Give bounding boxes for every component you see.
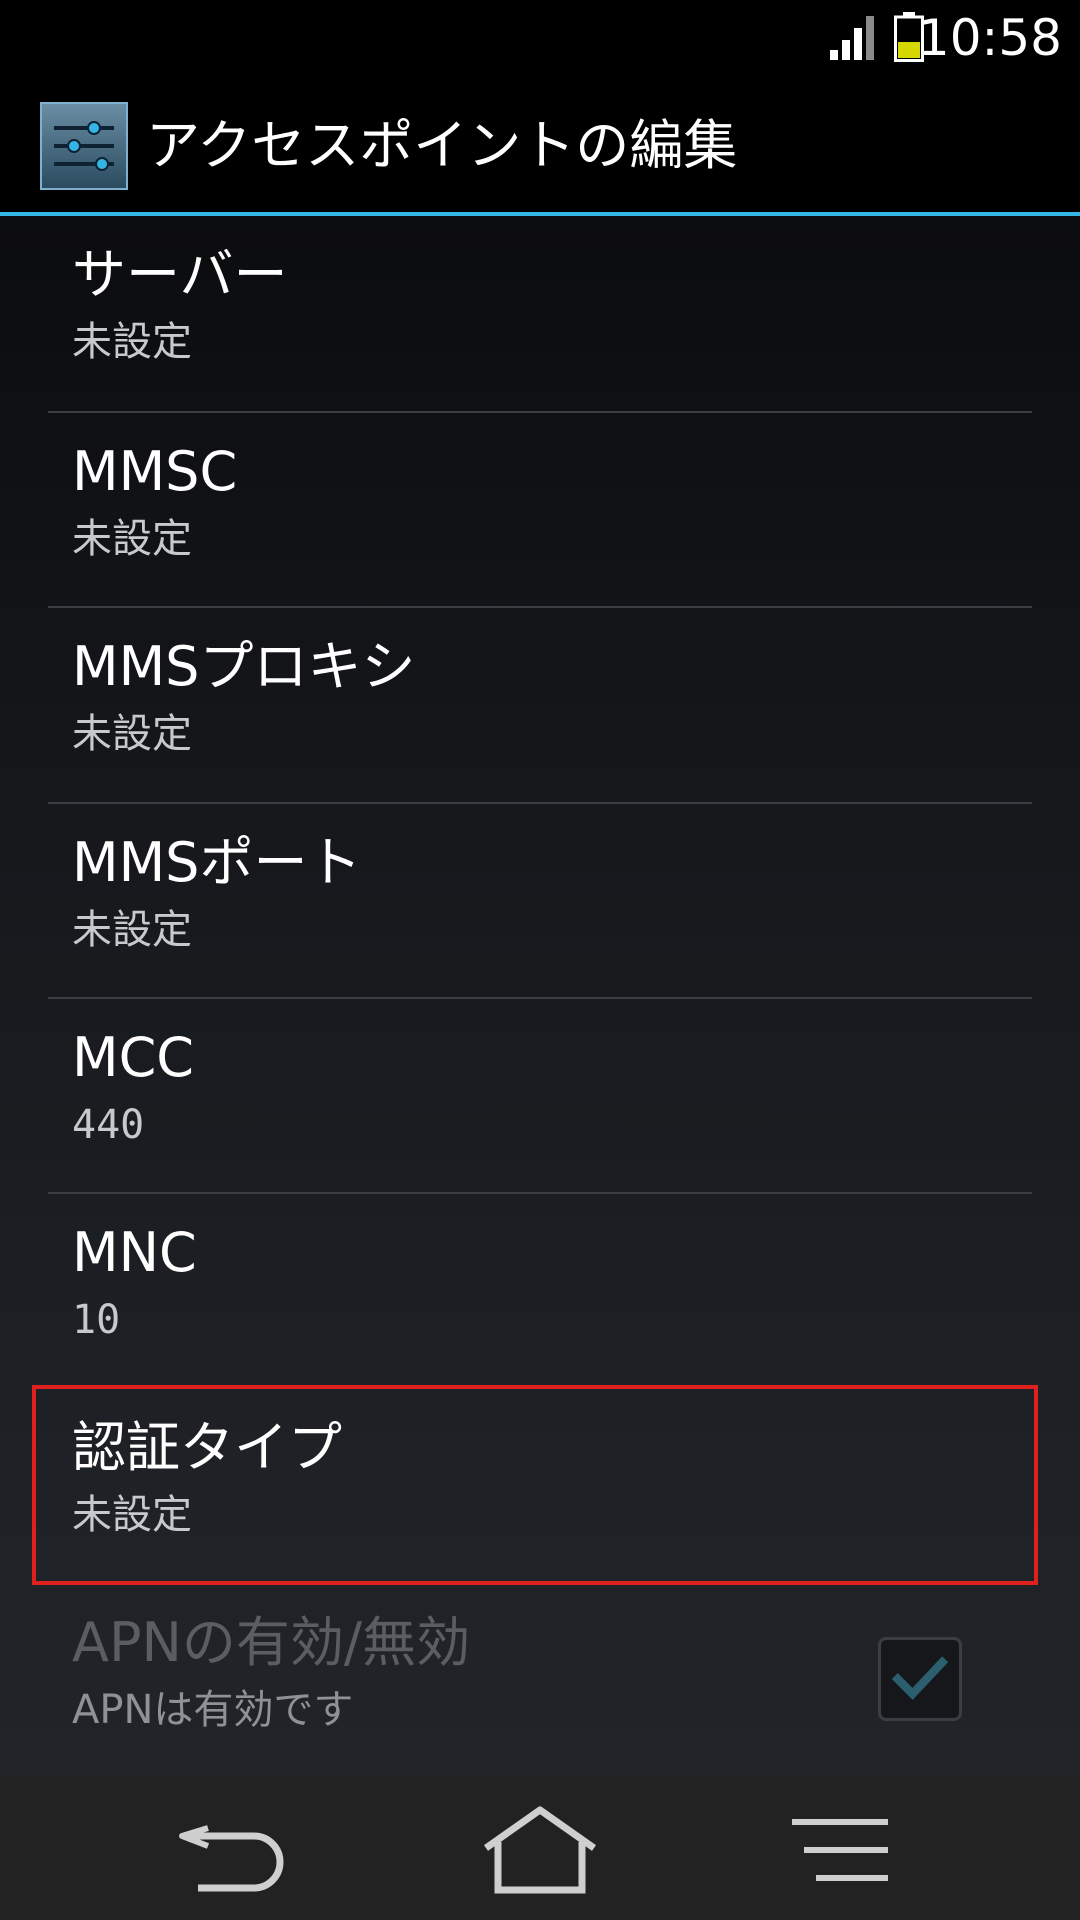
item-summary: 10 [72,1297,121,1343]
menu-icon[interactable] [780,1806,900,1896]
list-item-server[interactable]: サーバー 未設定 [0,216,1080,411]
check-icon [891,1656,949,1700]
item-title: APNの有効/無効 [72,1611,471,1674]
item-summary: 未設定 [72,711,192,757]
status-time: 10:58 [917,9,1062,67]
list-item-mcc[interactable]: MCC 440 [0,999,1080,1194]
back-icon[interactable] [174,1806,294,1896]
item-summary: 440 [72,1102,145,1148]
list-item-mms-port[interactable]: MMSポート 未設定 [0,804,1080,999]
signal-icon [830,16,874,60]
page-title: アクセスポイントの編集 [146,114,738,177]
highlight-box [32,1385,1038,1585]
item-title: MMSC [72,440,238,503]
item-title: MMSポート [72,831,362,894]
settings-sliders-icon[interactable] [40,102,128,190]
item-title: MCC [72,1026,195,1089]
list-item-mmsc[interactable]: MMSC 未設定 [0,413,1080,608]
item-title: サーバー [72,243,288,306]
list-item-mnc[interactable]: MNC 10 [0,1194,1080,1389]
apn-enabled-checkbox[interactable] [878,1637,962,1721]
home-icon[interactable] [480,1806,600,1896]
item-title: MMSプロキシ [72,635,416,698]
item-summary: 未設定 [72,516,192,562]
list-item-mms-proxy[interactable]: MMSプロキシ 未設定 [0,608,1080,803]
status-bar: 10:58 [0,0,1080,76]
item-summary: 未設定 [72,319,192,365]
item-summary: 未設定 [72,907,192,953]
item-title: MNC [72,1221,197,1284]
item-summary: APNは有効です [72,1687,354,1733]
nav-bar [0,1776,1080,1920]
action-bar: アクセスポイントの編集 [0,76,1080,216]
